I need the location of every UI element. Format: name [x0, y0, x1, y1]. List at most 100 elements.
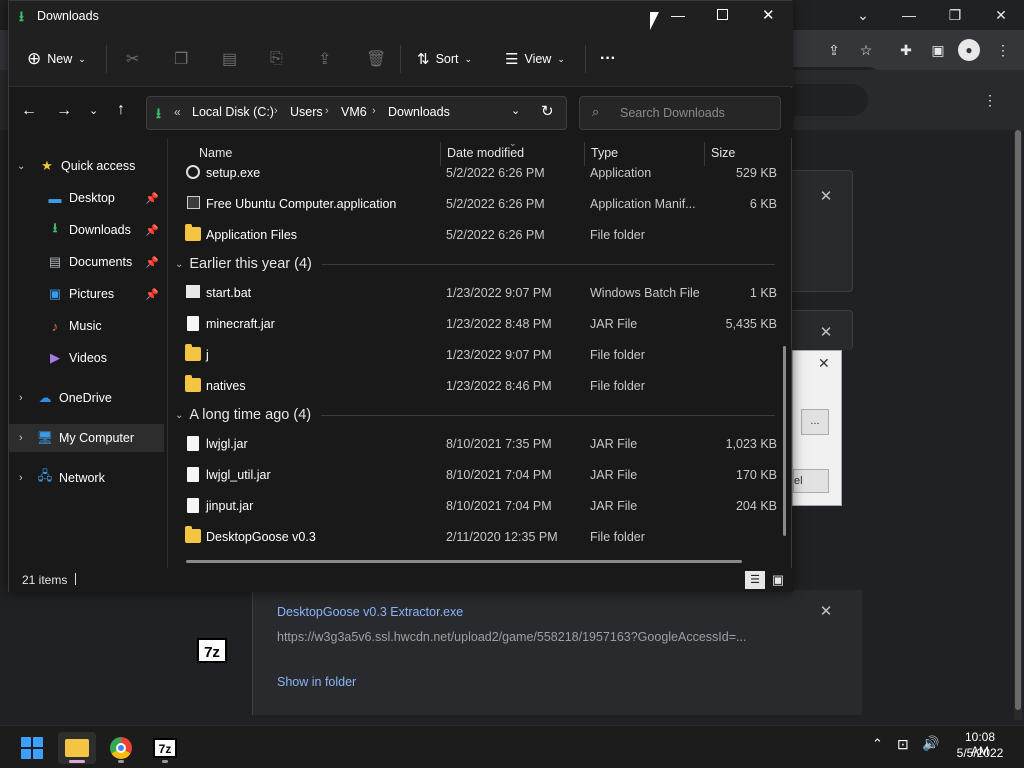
- chevron-right-icon[interactable]: ›: [9, 472, 29, 484]
- file-row[interactable]: setup.exe 5/2/2022 6:26 PM Application 5…: [179, 158, 779, 188]
- breadcrumb-local-disk[interactable]: Local Disk (C:): [192, 105, 274, 119]
- nav-videos[interactable]: ▶ Videos: [9, 344, 165, 372]
- pin-icon[interactable]: 📌: [145, 192, 159, 205]
- copy-button[interactable]: ❐: [174, 43, 188, 75]
- running-indicator: [118, 760, 124, 763]
- volume-icon[interactable]: 🔊: [922, 735, 939, 752]
- profile-icon[interactable]: ●: [958, 39, 980, 61]
- start-button[interactable]: [15, 732, 49, 764]
- file-row[interactable]: Free Ubuntu Computer.application 5/2/202…: [179, 189, 779, 219]
- breadcrumb-vm6[interactable]: VM6: [341, 105, 367, 119]
- close-icon[interactable]: ✕: [990, 4, 1012, 26]
- address-bar[interactable]: ⭳ « Local Disk (C:) › Users › VM6 › Down…: [146, 96, 567, 130]
- breadcrumb-users[interactable]: Users: [290, 105, 323, 119]
- rename-icon: ⎘: [270, 50, 283, 67]
- file-type: File folder: [590, 228, 645, 242]
- pin-icon[interactable]: 📌: [145, 288, 159, 301]
- file-date: 8/10/2021 7:35 PM: [446, 437, 552, 451]
- pin-icon[interactable]: 📌: [145, 256, 159, 269]
- taskbar-chrome[interactable]: [104, 732, 138, 764]
- file-row[interactable]: natives 1/23/2022 8:46 PM File folder: [179, 371, 779, 401]
- vertical-scrollbar[interactable]: [783, 346, 786, 536]
- maximize-button[interactable]: [717, 9, 728, 20]
- file-row[interactable]: minecraft.jar 1/23/2022 8:48 PM JAR File…: [179, 309, 779, 339]
- file-date: 2/11/2020 12:35 PM: [446, 530, 558, 544]
- view-button[interactable]: ☰ View ⌄: [505, 43, 565, 75]
- nav-my-computer[interactable]: › 🖥 My Computer: [9, 424, 164, 452]
- nav-downloads[interactable]: ⭳ Downloads 📌: [9, 216, 165, 244]
- download-filename[interactable]: DesktopGoose v0.3 Extractor.exe: [277, 605, 463, 619]
- new-button[interactable]: ⊕ New ⌄: [27, 43, 86, 75]
- downloads-search-box[interactable]: [792, 84, 868, 116]
- back-arrow-icon[interactable]: ←: [21, 102, 37, 120]
- chevron-right-icon[interactable]: ›: [9, 392, 29, 404]
- chrome-menu-icon[interactable]: ⋮: [992, 39, 1014, 61]
- chevron-right-icon[interactable]: ›: [9, 432, 29, 444]
- cancel-button[interactable]: el: [793, 469, 829, 493]
- nav-desktop[interactable]: ▬ Desktop 📌: [9, 184, 165, 212]
- up-arrow-icon[interactable]: ↑: [117, 101, 125, 119]
- scrollbar-thumb[interactable]: [1015, 130, 1021, 710]
- paste-button[interactable]: ▤: [222, 43, 237, 75]
- copy-icon: ❐: [174, 51, 189, 68]
- horizontal-scrollbar[interactable]: [186, 560, 742, 563]
- dialog-close-icon[interactable]: ✕: [818, 355, 830, 372]
- remove-download-icon[interactable]: ✕: [818, 325, 834, 341]
- extensions-icon[interactable]: ✚: [895, 39, 917, 61]
- remove-download-icon[interactable]: ✕: [818, 604, 834, 620]
- group-header[interactable]: ⌄ Earlier this year (4): [175, 252, 775, 276]
- nav-music[interactable]: ♪ Music: [9, 312, 165, 340]
- file-row[interactable]: lwjgl.jar 8/10/2021 7:35 PM JAR File 1,0…: [179, 429, 779, 459]
- minimize-icon[interactable]: —: [898, 4, 920, 26]
- pin-icon[interactable]: 📌: [145, 224, 159, 237]
- bookmark-star-icon[interactable]: ☆: [855, 39, 877, 61]
- file-row[interactable]: j 1/23/2022 9:07 PM File folder: [179, 340, 779, 370]
- address-dropdown-icon[interactable]: ⌄: [511, 104, 520, 117]
- clock-date[interactable]: 5/5/2022: [955, 746, 1005, 760]
- side-panel-icon[interactable]: ▣: [927, 39, 949, 61]
- group-label: Earlier this year (4): [189, 256, 312, 272]
- sort-button[interactable]: ⇅ Sort ⌄: [417, 43, 472, 75]
- nav-pictures[interactable]: ▣ Pictures 📌: [9, 280, 165, 308]
- recent-locations-icon[interactable]: ⌄: [89, 104, 98, 117]
- large-icons-view-icon[interactable]: ▣: [769, 571, 787, 589]
- forward-arrow-icon[interactable]: →: [56, 102, 72, 120]
- refresh-icon[interactable]: ↻: [541, 102, 554, 120]
- restore-icon[interactable]: ❐: [944, 4, 966, 26]
- file-row[interactable]: lwjgl_util.jar 8/10/2021 7:04 PM JAR Fil…: [179, 460, 779, 490]
- group-header[interactable]: ⌄ A long time ago (4): [175, 403, 775, 427]
- minimize-button[interactable]: —: [671, 7, 685, 23]
- show-in-folder-link[interactable]: Show in folder: [277, 675, 356, 689]
- details-view-icon[interactable]: ☰: [745, 571, 765, 589]
- page-menu-icon[interactable]: ⋮: [979, 89, 1001, 111]
- cut-button[interactable]: ✂: [126, 43, 139, 75]
- remove-download-icon[interactable]: ✕: [818, 189, 834, 205]
- close-button[interactable]: ✕: [762, 6, 775, 24]
- taskbar-7zip[interactable]: 7z: [148, 732, 182, 764]
- file-row[interactable]: DesktopGoose v0.3 2/11/2020 12:35 PM Fil…: [179, 522, 779, 552]
- chevron-down-icon[interactable]: ⌄: [9, 161, 29, 172]
- taskbar-file-explorer[interactable]: [58, 732, 96, 764]
- file-row[interactable]: jinput.jar 8/10/2021 7:04 PM JAR File 20…: [179, 491, 779, 521]
- nav-network[interactable]: › 🖧 Network: [9, 464, 165, 492]
- nav-documents[interactable]: ▤ Documents 📌: [9, 248, 165, 276]
- browse-button[interactable]: ...: [801, 409, 829, 435]
- search-box[interactable]: ⌕ Search Downloads: [579, 96, 781, 130]
- network-status-icon[interactable]: ⊡: [897, 736, 909, 753]
- background-dialog: ✕ ... el: [792, 350, 842, 506]
- share-icon[interactable]: ⇪: [823, 39, 845, 61]
- show-hidden-icons-chevron-icon[interactable]: ⌃: [872, 736, 883, 752]
- delete-button[interactable]: 🗑: [366, 43, 386, 75]
- nav-quick-access[interactable]: ⌄ ★ Quick access: [9, 152, 165, 180]
- share-button[interactable]: ⇪: [318, 43, 331, 75]
- breadcrumb-overflow[interactable]: «: [174, 105, 181, 119]
- page-scrollbar[interactable]: [1014, 130, 1022, 720]
- breadcrumb-downloads[interactable]: Downloads: [388, 105, 450, 119]
- see-more-button[interactable]: ···: [600, 43, 616, 75]
- pane-divider[interactable]: [167, 138, 168, 568]
- tab-search-icon[interactable]: ⌄: [852, 4, 874, 26]
- nav-onedrive[interactable]: › ☁ OneDrive: [9, 384, 165, 412]
- file-row[interactable]: Application Files 5/2/2022 6:26 PM File …: [179, 220, 779, 250]
- file-row[interactable]: start.bat 1/23/2022 9:07 PM Windows Batc…: [179, 278, 779, 308]
- rename-button[interactable]: ⎘: [270, 43, 283, 75]
